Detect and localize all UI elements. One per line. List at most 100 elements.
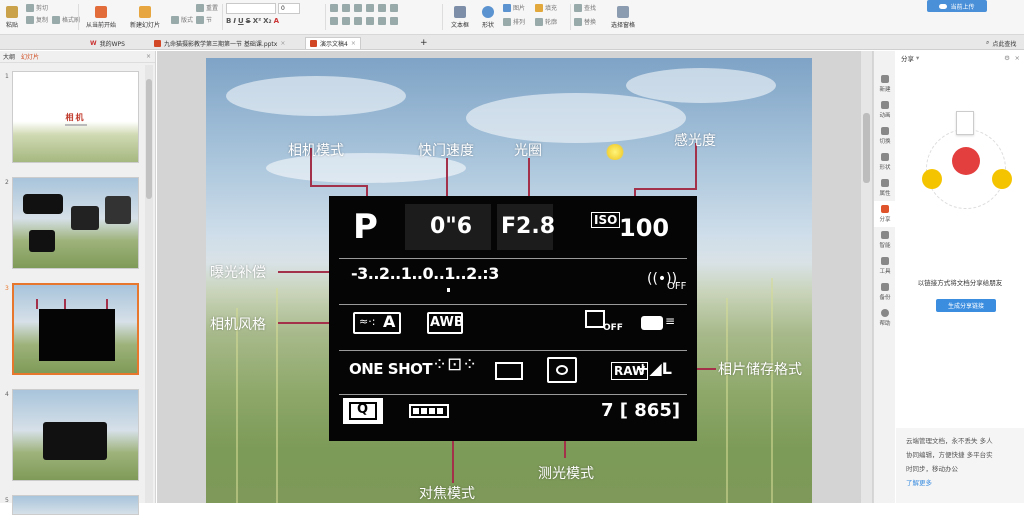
replace-button[interactable]: 替换 — [574, 17, 596, 26]
distribute-icon[interactable] — [378, 17, 386, 25]
mini-label-line — [64, 299, 66, 309]
current-slide[interactable]: 相机模式 快门速度 光圈 感光度 曝光补偿 相机风格 相片储存格式 对焦模式 测… — [206, 58, 812, 503]
smart-icon — [881, 231, 889, 239]
arrange-button[interactable]: 排列 — [503, 17, 525, 26]
layout-button[interactable]: 版式 — [171, 15, 193, 24]
close-icon[interactable]: × — [1015, 54, 1020, 62]
columns-icon[interactable] — [390, 17, 398, 25]
bullet-list-icon[interactable] — [330, 4, 338, 12]
close-icon[interactable]: × — [351, 40, 356, 47]
sidebar-item-new[interactable]: 新建 — [874, 71, 896, 97]
arrange-label: 排列 — [513, 19, 526, 26]
share-description: 以链接方式将文档分享给朋友 — [917, 279, 1003, 287]
camera-back-image — [43, 422, 107, 460]
copy-button[interactable]: 复制 — [26, 15, 48, 24]
thumbnail-scrollbar[interactable] — [145, 65, 153, 503]
aperture-value: F2.8 — [501, 214, 556, 239]
sidebar-item-smart[interactable]: 智能 — [874, 227, 896, 253]
ribbon-toolbar: 粘贴 剪切 复制 格式刷 从当前开始 新建幻灯片 版式 重置 节 0 B I U… — [0, 0, 1024, 35]
new-tab-button[interactable]: + — [416, 37, 432, 49]
strikethrough-icon[interactable]: S — [246, 17, 251, 25]
label-exposure-compensation: 曝光补偿 — [210, 265, 266, 281]
reset-button[interactable]: 重置 — [196, 3, 218, 12]
textbox-button[interactable]: 文本框 — [446, 1, 474, 33]
scrollbar-thumb[interactable] — [863, 113, 870, 183]
italic-icon[interactable]: I — [233, 17, 236, 25]
bold-icon[interactable]: B — [226, 17, 231, 25]
shape-button[interactable]: 形状 — [476, 1, 500, 33]
justify-icon[interactable] — [366, 17, 374, 25]
find-button[interactable]: 查找 — [574, 3, 596, 12]
play-from-current-label: 从当前开始 — [85, 21, 116, 29]
search-field[interactable]: ⌕ 点此查找 — [986, 37, 1016, 49]
subtitle-line — [65, 124, 87, 126]
font-color-icon[interactable]: A — [274, 17, 279, 25]
tab-presentation-4[interactable]: 演示文稿4 × — [305, 37, 361, 49]
line-spacing-icon[interactable] — [378, 4, 386, 12]
tab-outline[interactable]: 大纲 — [3, 52, 15, 61]
label-picture-style: 相机风格 — [210, 317, 266, 333]
camera-settings-icon — [641, 316, 663, 330]
tab-slides[interactable]: 幻灯片 — [21, 52, 39, 61]
chevron-down-icon[interactable]: ▾ — [916, 54, 919, 62]
callout-line-mode — [310, 185, 368, 187]
section-label: 节 — [206, 17, 213, 24]
copy-icon — [26, 15, 34, 24]
section-button[interactable]: 节 — [196, 15, 212, 24]
superscript-icon[interactable]: X² — [253, 17, 261, 25]
align-left-icon[interactable] — [330, 17, 338, 25]
sidebar-item-label: 备份 — [879, 295, 891, 301]
document-icon — [956, 111, 974, 135]
close-icon[interactable]: × — [280, 40, 285, 47]
sidebar-item-animation[interactable]: 动画 — [874, 97, 896, 123]
subscript-icon[interactable]: X₂ — [263, 17, 271, 25]
find-label: 查找 — [584, 5, 597, 12]
sidebar-item-label: 新建 — [879, 87, 891, 93]
settings-icon[interactable]: ⚙ — [1004, 54, 1010, 62]
decrease-indent-icon[interactable] — [354, 4, 362, 12]
paste-button[interactable]: 粘贴 — [2, 1, 22, 33]
sidebar-item-share[interactable]: 分享 — [874, 201, 896, 227]
slide-preview: 相机 — [12, 71, 139, 163]
fill-button[interactable]: 填充 — [535, 3, 557, 12]
tab-label: 演示文稿4 — [320, 41, 348, 48]
slide-editing-canvas: 相机模式 快门速度 光圈 感光度 曝光补偿 相机风格 相片储存格式 对焦模式 测… — [157, 51, 875, 503]
grass-decoration — [726, 298, 728, 503]
align-center-icon[interactable] — [342, 17, 350, 25]
font-name-field[interactable] — [226, 3, 276, 14]
play-from-current-button[interactable]: 从当前开始 — [82, 1, 120, 33]
outline-button[interactable]: 轮廓 — [535, 17, 557, 26]
slide-thumbnail-panel: 大纲 幻灯片 × 1 相机 2 3 4 5 — [0, 51, 156, 515]
textbox-label: 文本框 — [450, 21, 469, 29]
backup-icon — [881, 283, 889, 291]
format-painter-button[interactable]: 格式刷 — [52, 15, 80, 24]
close-panel-icon[interactable]: × — [146, 53, 151, 60]
font-size-field[interactable]: 0 — [278, 3, 300, 14]
increase-indent-icon[interactable] — [366, 4, 374, 12]
text-direction-icon[interactable] — [390, 4, 398, 12]
tab-pptx-document[interactable]: 九命猫摄影教学第三期第一节 基础课.pptx × — [150, 37, 289, 49]
sidebar-item-properties[interactable]: 属性 — [874, 175, 896, 201]
panel-divider — [339, 394, 687, 395]
sidebar-item-transition[interactable]: 切换 — [874, 123, 896, 149]
cloud-promo-box: 云端管理文档，永不丢失 多人 协同编辑，方便快捷 多平台实 时同步，移动办公 了… — [896, 428, 1024, 503]
align-right-icon[interactable] — [354, 17, 362, 25]
sidebar-item-backup[interactable]: 备份 — [874, 279, 896, 305]
sidebar-item-shape[interactable]: 形状 — [874, 149, 896, 175]
selection-pane-button[interactable]: 选择窗格 — [608, 1, 638, 33]
underline-icon[interactable]: U — [238, 17, 244, 25]
sidebar-item-label: 动画 — [879, 113, 891, 119]
learn-more-link[interactable]: 了解更多 — [906, 476, 1018, 490]
generate-share-link-button[interactable]: 生成分享链接 — [936, 299, 996, 312]
upload-button[interactable]: 当前上传 — [927, 0, 987, 12]
new-slide-button[interactable]: 新建幻灯片 — [125, 1, 165, 33]
share-hub-icon — [952, 147, 980, 175]
canvas-scrollbar[interactable] — [860, 51, 872, 503]
numbered-list-icon[interactable] — [342, 4, 350, 12]
sidebar-item-help[interactable]: 帮助 — [874, 305, 896, 331]
tab-my-wps[interactable]: W 我的WPS — [86, 37, 129, 49]
scrollbar-thumb[interactable] — [146, 79, 152, 199]
cut-button[interactable]: 剪切 — [26, 3, 48, 12]
picture-button[interactable]: 图片 — [503, 3, 525, 12]
sidebar-item-tools[interactable]: 工具 — [874, 253, 896, 279]
